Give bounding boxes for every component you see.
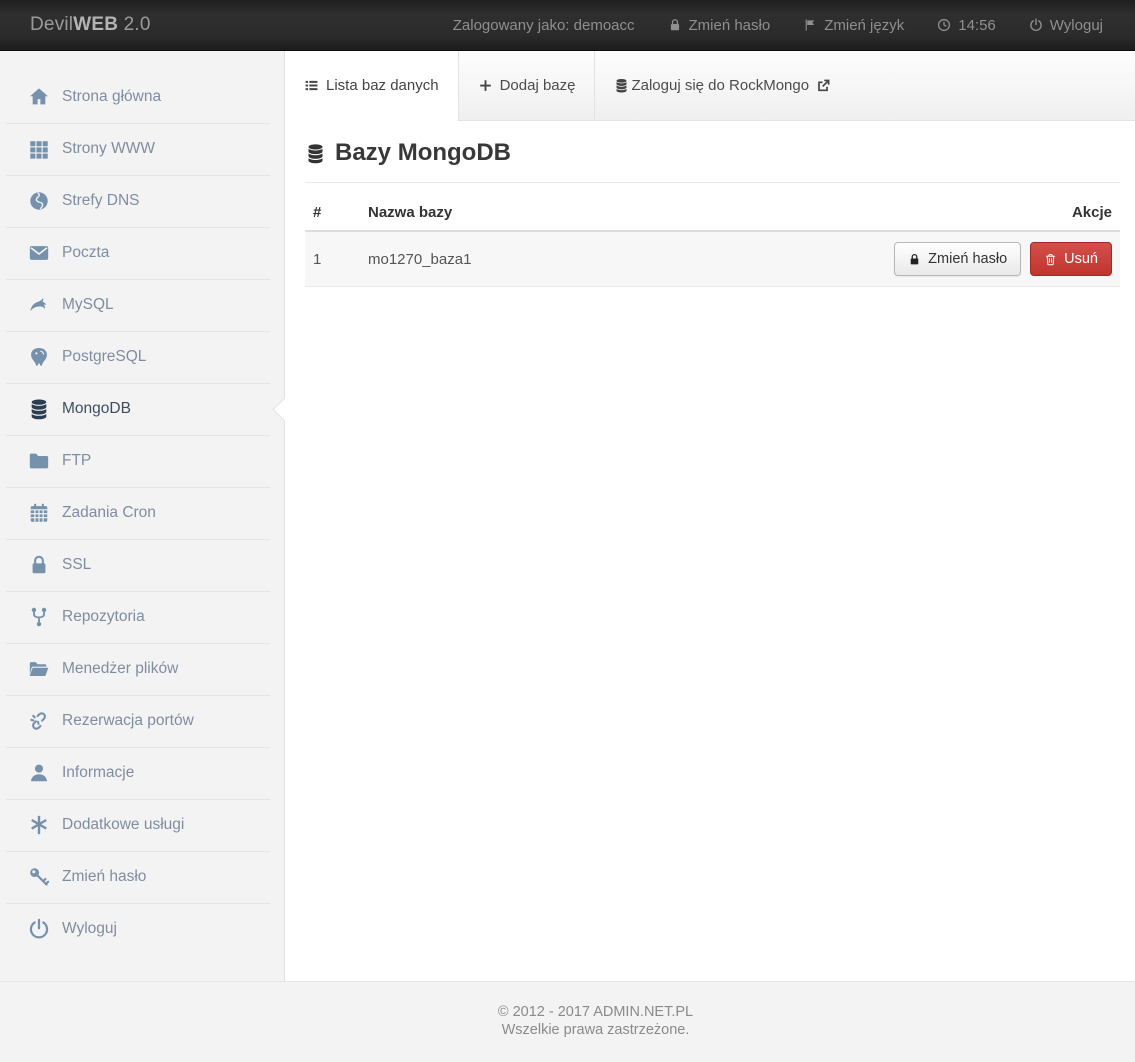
tab-bar: Lista baz danych Dodaj bazę Zaloguj się …: [285, 51, 1135, 121]
lock-icon: [28, 554, 50, 576]
power-icon: [28, 918, 50, 940]
sidebar-item-label: Strony WWW: [62, 140, 155, 158]
sidebar-item-strona-glowna[interactable]: Strona główna: [0, 71, 284, 123]
tab-add-database[interactable]: Dodaj bazę: [459, 51, 596, 120]
topbar: DevilWEB 2.0 Zalogowany jako: demoacc Zm…: [0, 0, 1135, 51]
logged-in-as: Zalogowany jako: demoacc: [453, 17, 635, 34]
sidebar-item-strony-www[interactable]: Strony WWW: [0, 123, 284, 175]
database-icon: [614, 78, 629, 93]
row-actions: Zmień hasło Usuń: [617, 231, 1120, 287]
lock-icon: [668, 18, 682, 32]
sidebar-item-mongodb[interactable]: MongoDB: [0, 383, 284, 435]
external-link-icon: [816, 78, 831, 93]
list-icon: [304, 78, 319, 93]
key-icon: [28, 866, 50, 888]
lock-icon: [908, 253, 921, 266]
content-area: Bazy MongoDB # Nazwa bazy Akcje 1mo1270_…: [285, 121, 1135, 307]
sidebar-item-rezerwacja-portow[interactable]: Rezerwacja portów: [0, 695, 284, 747]
sidebar-item-label: Zadania Cron: [62, 504, 156, 522]
folder-icon: [28, 450, 50, 472]
sidebar-item-zmien-haslo[interactable]: Zmień hasło: [0, 851, 284, 903]
user-icon: [28, 762, 50, 784]
sidebar-item-label: MySQL: [62, 296, 114, 314]
sidebar-item-ssl[interactable]: SSL: [0, 539, 284, 591]
main-panel: Lista baz danych Dodaj bazę Zaloguj się …: [285, 51, 1135, 981]
asterisk-icon: [28, 814, 50, 836]
sidebar-item-label: Dodatkowe usługi: [62, 816, 184, 834]
sidebar-item-label: Rezerwacja portów: [62, 712, 194, 730]
sidebar-item-label: SSL: [62, 556, 91, 574]
postgresql-elephant-icon: [28, 346, 50, 368]
sidebar-item-label: PostgreSQL: [62, 348, 146, 366]
topbar-logout-link[interactable]: Wyloguj: [1029, 17, 1103, 34]
topbar-change-password-link[interactable]: Zmień hasło: [668, 17, 771, 34]
home-icon: [28, 86, 50, 108]
sidebar-item-label: Informacje: [62, 764, 134, 782]
sidebar-item-repozytoria[interactable]: Repozytoria: [0, 591, 284, 643]
table-header-row: # Nazwa bazy Akcje: [305, 195, 1120, 231]
sidebar-item-poczta[interactable]: Poczta: [0, 227, 284, 279]
topbar-change-language-link[interactable]: Zmień język: [803, 17, 904, 34]
sidebar-item-informacje[interactable]: Informacje: [0, 747, 284, 799]
col-header-name: Nazwa bazy: [360, 195, 617, 231]
sidebar-item-mysql[interactable]: MySQL: [0, 279, 284, 331]
page-footer: © 2012 - 2017 ADMIN.NET.PL Wszelkie praw…: [0, 981, 1135, 1062]
database-icon: [28, 398, 50, 420]
clock-display: 14:56: [937, 17, 996, 34]
database-icon: [305, 143, 326, 164]
sidebar-item-label: Strona główna: [62, 88, 161, 106]
sidebar-item-postgresql[interactable]: PostgreSQL: [0, 331, 284, 383]
db-table-body: 1mo1270_baza1 Zmień hasło Usuń: [305, 231, 1120, 287]
tab-rockmongo-login[interactable]: Zaloguj się do RockMongo: [595, 51, 850, 120]
chain-broken-icon: [28, 710, 50, 732]
flag-icon: [803, 18, 817, 32]
col-header-actions: Akcje: [617, 195, 1120, 231]
mysql-dolphin-icon: [28, 294, 50, 316]
footer-text: © 2012 - 2017 ADMIN.NET.PL Wszelkie praw…: [0, 982, 1135, 1039]
table-row: 1mo1270_baza1 Zmień hasło Usuń: [305, 231, 1120, 287]
sidebar-item-wyloguj[interactable]: Wyloguj: [0, 903, 284, 955]
sidebar-item-label: Menedżer plików: [62, 660, 178, 678]
sidebar-item-label: Repozytoria: [62, 608, 145, 626]
zmien-haslo-button[interactable]: Zmień hasło: [894, 242, 1021, 276]
database-name: mo1270_baza1: [360, 231, 617, 287]
page-title: Bazy MongoDB: [305, 139, 1120, 167]
sidebar-item-label: Zmień hasło: [62, 868, 146, 886]
sidebar-item-label: Poczta: [62, 244, 109, 262]
usun-button[interactable]: Usuń: [1030, 242, 1112, 276]
rights-line: Wszelkie prawa zastrzeżone.: [56, 1021, 1135, 1039]
envelope-icon: [28, 242, 50, 264]
sidebar-item-ftp[interactable]: FTP: [0, 435, 284, 487]
git-fork-icon: [28, 606, 50, 628]
app-logo: DevilWEB 2.0: [30, 14, 151, 36]
plus-icon: [478, 78, 493, 93]
sidebar-item-dodatkowe-uslugi[interactable]: Dodatkowe usługi: [0, 799, 284, 851]
sidebar-item-label: FTP: [62, 452, 91, 470]
col-header-index: #: [305, 195, 360, 231]
topbar-right: Zalogowany jako: demoacc Zmień hasło Zmi…: [453, 17, 1103, 34]
trash-icon: [1044, 253, 1057, 266]
clock-icon: [937, 18, 951, 32]
row-index: 1: [305, 231, 360, 287]
folder-open-icon: [28, 658, 50, 680]
sidebar-item-strefy-dns[interactable]: Strefy DNS: [0, 175, 284, 227]
power-icon: [1029, 18, 1043, 32]
calendar-icon: [28, 502, 50, 524]
grid-icon: [28, 138, 50, 160]
sidebar-item-label: Wyloguj: [62, 920, 117, 938]
sidebar-item-label: Strefy DNS: [62, 192, 140, 210]
sidebar-item-zadania-cron[interactable]: Zadania Cron: [0, 487, 284, 539]
title-divider: [305, 182, 1120, 183]
tab-database-list[interactable]: Lista baz danych: [285, 51, 459, 120]
page-shell: Strona główna Strony WWW Strefy DNS Poczta M…: [0, 51, 1135, 981]
globe-icon: [28, 190, 50, 212]
sidebar-nav: Strona główna Strony WWW Strefy DNS Poczta M…: [0, 51, 285, 981]
sidebar-item-menedzer-plikow[interactable]: Menedżer plików: [0, 643, 284, 695]
sidebar-item-label: MongoDB: [62, 400, 131, 418]
databases-table: # Nazwa bazy Akcje 1mo1270_baza1Zmień ha…: [305, 195, 1120, 287]
copyright-line: © 2012 - 2017 ADMIN.NET.PL: [56, 1003, 1135, 1021]
